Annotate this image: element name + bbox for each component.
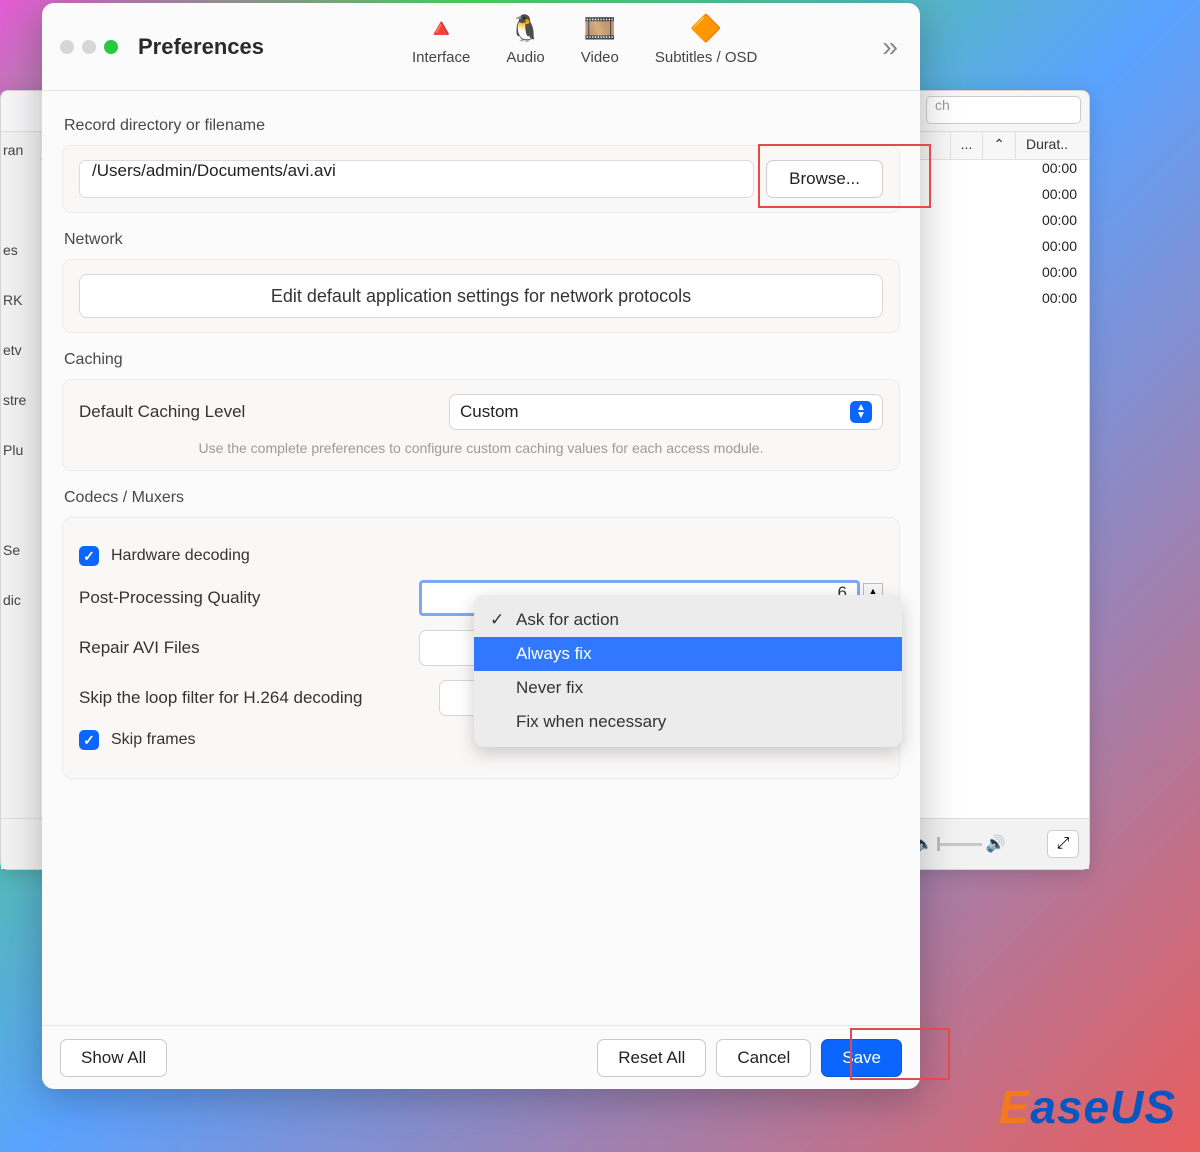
cone-alt-icon: 🔶	[689, 11, 723, 45]
hardware-decoding-label: Hardware decoding	[111, 547, 250, 565]
duration-cell: 00:00	[1042, 160, 1077, 186]
speaker-icon: 🔊	[986, 834, 1006, 854]
sidebar-fragment[interactable]: etv	[1, 332, 40, 382]
skip-frames-label: Skip frames	[111, 731, 195, 749]
show-all-button[interactable]: Show All	[60, 1039, 167, 1077]
column-duration[interactable]: Durat..	[1015, 132, 1089, 159]
sidebar-fragment[interactable]: stre	[1, 382, 40, 432]
repair-avi-dropdown: Ask for action Always fix Never fix Fix …	[474, 595, 902, 747]
network-group: Edit default application settings for ne…	[62, 259, 900, 333]
sidebar-fragment[interactable]: Plu	[1, 432, 40, 482]
repair-avi-label: Repair AVI Files	[79, 638, 419, 658]
fullscreen-icon: ⤢	[1057, 835, 1070, 853]
codecs-section-label: Codecs / Muxers	[64, 489, 900, 507]
record-path-input[interactable]: /Users/admin/Documents/avi.avi	[79, 160, 754, 198]
preferences-window: Preferences 🔺 Interface 🐧 Audio 🎞️ Video…	[42, 3, 920, 1089]
record-group: /Users/admin/Documents/avi.avi Browse...	[62, 145, 900, 213]
sidebar-fragment[interactable]: dic	[1, 582, 40, 632]
repair-option-ask[interactable]: Ask for action	[474, 603, 902, 637]
caching-group: Default Caching Level Custom ▲▼ Use the …	[62, 379, 900, 471]
toolbar-tabs: 🔺 Interface 🐧 Audio 🎞️ Video 🔶 Subtitles…	[412, 11, 757, 66]
tab-audio[interactable]: 🐧 Audio	[506, 11, 544, 66]
minimize-window-button[interactable]	[82, 40, 96, 54]
zoom-window-button[interactable]	[104, 40, 118, 54]
post-processing-label: Post-Processing Quality	[79, 588, 419, 608]
edit-network-settings-button[interactable]: Edit default application settings for ne…	[79, 274, 883, 318]
column-sort[interactable]: ⌃	[982, 132, 1015, 159]
more-tabs-button[interactable]: »	[882, 31, 898, 63]
column-more[interactable]: ...	[950, 132, 983, 159]
preferences-content: Record directory or filename /Users/admi…	[42, 91, 920, 1025]
background-sidebar: ran es RK etv stre Plu Se dic	[1, 132, 41, 818]
chevron-right-icon: »	[882, 31, 898, 62]
caching-level-select[interactable]: Custom ▲▼	[449, 394, 883, 430]
duration-cell: 00:00	[1042, 186, 1077, 212]
caching-hint: Use the complete preferences to configur…	[79, 440, 883, 456]
cone-icon: 🔺	[424, 11, 458, 45]
reset-all-button[interactable]: Reset All	[597, 1039, 706, 1077]
duration-cell: 00:00	[1042, 290, 1077, 316]
sidebar-fragment[interactable]: Se	[1, 532, 40, 582]
tab-subtitles[interactable]: 🔶 Subtitles / OSD	[655, 11, 758, 66]
fullscreen-button[interactable]: ⤢	[1047, 830, 1079, 858]
skip-loop-label: Skip the loop filter for H.264 decoding	[79, 688, 439, 708]
sidebar-fragment[interactable]: ran	[1, 132, 40, 182]
hardware-decoding-checkbox[interactable]	[79, 546, 99, 566]
traffic-lights	[60, 40, 118, 54]
repair-option-never[interactable]: Never fix	[474, 671, 902, 705]
volume-control[interactable]: 🔈 🔊	[913, 832, 1033, 856]
caching-level-value: Custom	[460, 402, 519, 422]
film-icon: 🎞️	[583, 11, 617, 45]
save-button[interactable]: Save	[821, 1039, 902, 1077]
watermark-e: E	[999, 1081, 1031, 1133]
titlebar: Preferences 🔺 Interface 🐧 Audio 🎞️ Video…	[42, 3, 920, 91]
skip-frames-checkbox[interactable]	[79, 730, 99, 750]
penguin-icon: 🐧	[509, 11, 543, 45]
volume-slider[interactable]	[937, 843, 982, 846]
cancel-button[interactable]: Cancel	[716, 1039, 811, 1077]
tab-label: Interface	[412, 49, 470, 66]
duration-cell: 00:00	[1042, 212, 1077, 238]
caching-level-label: Default Caching Level	[79, 402, 429, 422]
sidebar-fragment[interactable]: es	[1, 232, 40, 282]
duration-cell: 00:00	[1042, 238, 1077, 264]
close-window-button[interactable]	[60, 40, 74, 54]
preferences-footer: Show All Reset All Cancel Save	[42, 1025, 920, 1089]
hardware-decoding-row: Hardware decoding	[79, 546, 883, 566]
tab-label: Audio	[506, 49, 544, 66]
watermark-rest: aseUS	[1030, 1081, 1176, 1133]
sidebar-fragment[interactable]	[1, 182, 40, 232]
background-search-input[interactable]: ch	[926, 96, 1081, 124]
browse-button[interactable]: Browse...	[766, 160, 883, 198]
duration-cell: 00:00	[1042, 264, 1077, 290]
tab-interface[interactable]: 🔺 Interface	[412, 11, 470, 66]
watermark: EaseUS	[999, 1080, 1176, 1134]
sidebar-fragment[interactable]	[1, 482, 40, 532]
sidebar-fragment[interactable]: RK	[1, 282, 40, 332]
tab-label: Subtitles / OSD	[655, 49, 758, 66]
tab-label: Video	[581, 49, 619, 66]
window-title: Preferences	[138, 34, 264, 60]
tab-video[interactable]: 🎞️ Video	[581, 11, 619, 66]
record-section-label: Record directory or filename	[64, 117, 900, 135]
network-section-label: Network	[64, 231, 900, 249]
repair-option-when-necessary[interactable]: Fix when necessary	[474, 705, 902, 739]
caching-section-label: Caching	[64, 351, 900, 369]
select-chevron-icon: ▲▼	[850, 401, 872, 423]
repair-option-always[interactable]: Always fix	[474, 637, 902, 671]
